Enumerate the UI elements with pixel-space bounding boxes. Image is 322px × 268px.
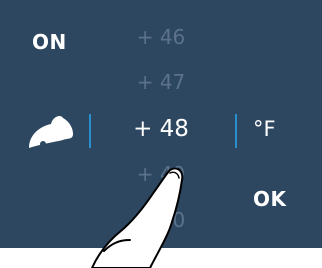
bottom-strip (0, 248, 322, 268)
picker-value[interactable]: + 47 (0, 70, 322, 94)
unit-label: °F (253, 117, 276, 141)
ok-button[interactable]: OK (253, 187, 287, 211)
picker-value[interactable]: + 46 (0, 25, 322, 49)
picker-value[interactable]: + 50 (0, 208, 322, 232)
picker-value[interactable]: + 49 (0, 162, 322, 186)
